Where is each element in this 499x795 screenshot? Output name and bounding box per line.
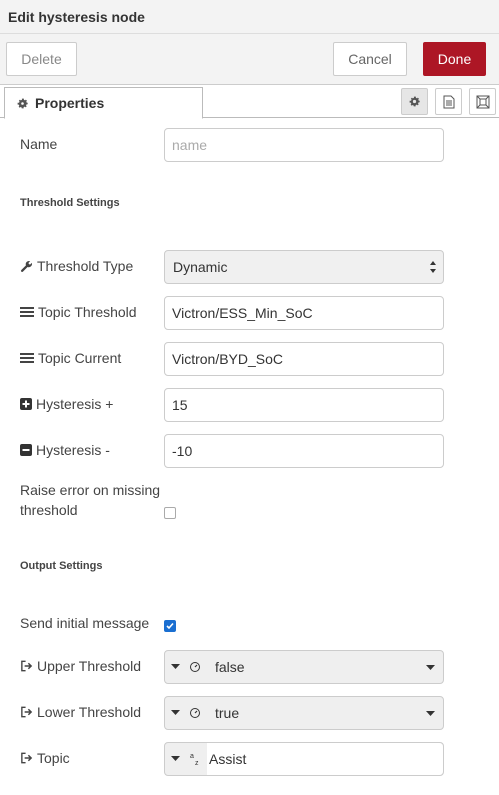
topic-threshold-label: Topic Threshold — [20, 304, 137, 320]
topic-typedinput[interactable]: az Assist — [164, 742, 444, 776]
checkmark-icon — [166, 622, 174, 630]
wrench-icon — [20, 260, 32, 272]
name-label: Name — [20, 136, 58, 152]
caret-down-icon — [171, 710, 180, 715]
updown-arrows-icon — [430, 261, 436, 273]
hysteresis-plus-label: Hysteresis + — [20, 396, 113, 412]
tab-properties[interactable]: Properties — [4, 87, 203, 119]
threshold-type-text: Threshold Type — [37, 258, 134, 274]
hysteresis-minus-input[interactable]: -10 — [164, 434, 444, 468]
raise-error-checkbox[interactable] — [164, 507, 176, 519]
topic-type-selector[interactable]: az — [165, 743, 207, 775]
list-icon — [20, 353, 34, 363]
upper-threshold-value: false — [215, 659, 245, 675]
tab-appearance[interactable] — [469, 88, 496, 115]
lower-threshold-text: Lower Threshold — [37, 704, 142, 720]
topic-text: Topic — [37, 750, 70, 766]
gear-icon — [409, 96, 420, 107]
dialog-titlebar: Edit hysteresis node — [0, 0, 499, 34]
frame-icon — [476, 95, 489, 108]
threshold-type-label: Threshold Type — [20, 258, 133, 274]
topic-current-label: Topic Current — [20, 350, 121, 366]
raise-error-label-line2: threshold — [20, 502, 78, 518]
topic-threshold-input[interactable]: Victron/ESS_Min_SoC — [164, 296, 444, 330]
hysteresis-minus-label: Hysteresis - — [20, 442, 110, 458]
hysteresis-plus-input[interactable]: 15 — [164, 388, 444, 422]
threshold-type-value: Dynamic — [173, 259, 228, 275]
send-initial-label: Send initial message — [20, 615, 150, 631]
threshold-settings-heading: Threshold Settings — [20, 197, 120, 209]
caret-down-icon — [171, 664, 180, 669]
sign-out-icon — [21, 752, 33, 764]
output-settings-heading: Output Settings — [20, 560, 103, 572]
upper-threshold-typedinput[interactable]: false — [164, 650, 444, 684]
upper-threshold-text: Upper Threshold — [37, 658, 142, 674]
document-icon — [443, 95, 454, 108]
topic-threshold-text: Topic Threshold — [38, 304, 137, 320]
topic-value: Assist — [207, 743, 443, 775]
tab-description[interactable] — [435, 88, 462, 115]
plus-square-icon — [20, 398, 32, 410]
string-type-icon: az — [190, 753, 199, 767]
gear-icon — [17, 98, 28, 108]
caret-down-icon — [426, 665, 435, 670]
sign-out-icon — [21, 706, 33, 718]
svg-text:z: z — [195, 760, 199, 767]
lower-threshold-label: Lower Threshold — [20, 704, 141, 720]
done-button[interactable]: Done — [423, 42, 486, 76]
toggle-icon — [190, 708, 200, 718]
lower-threshold-typedinput[interactable]: true — [164, 696, 444, 730]
lower-threshold-type-selector[interactable] — [165, 697, 207, 729]
caret-down-icon — [426, 711, 435, 716]
minus-square-icon — [20, 444, 32, 456]
raise-error-label-line1: Raise error on missing — [20, 482, 161, 498]
hysteresis-minus-text: Hysteresis - — [36, 442, 110, 458]
toggle-icon — [190, 662, 200, 672]
caret-down-icon — [171, 756, 180, 761]
tab-properties-label: Properties — [35, 95, 105, 111]
upper-threshold-label: Upper Threshold — [20, 658, 141, 674]
send-initial-checkbox[interactable] — [164, 620, 176, 632]
topic-label: Topic — [20, 750, 70, 766]
delete-button[interactable]: Delete — [6, 42, 77, 76]
topic-current-text: Topic Current — [38, 350, 122, 366]
tab-settings[interactable] — [401, 88, 428, 115]
dialog-title: Edit hysteresis node — [8, 9, 145, 25]
hysteresis-plus-text: Hysteresis + — [36, 396, 114, 412]
lower-threshold-value: true — [215, 705, 240, 721]
threshold-type-select[interactable]: Dynamic — [164, 250, 444, 284]
dialog-toolbar: Delete Cancel Done — [0, 34, 499, 85]
cancel-button[interactable]: Cancel — [333, 42, 407, 76]
svg-text:a: a — [190, 753, 194, 760]
topic-current-input[interactable]: Victron/BYD_SoC — [164, 342, 444, 376]
tab-bar: Properties — [0, 85, 499, 119]
name-input[interactable]: name — [164, 128, 444, 162]
list-icon — [20, 307, 34, 317]
upper-threshold-type-selector[interactable] — [165, 651, 207, 683]
sign-out-icon — [21, 660, 33, 672]
